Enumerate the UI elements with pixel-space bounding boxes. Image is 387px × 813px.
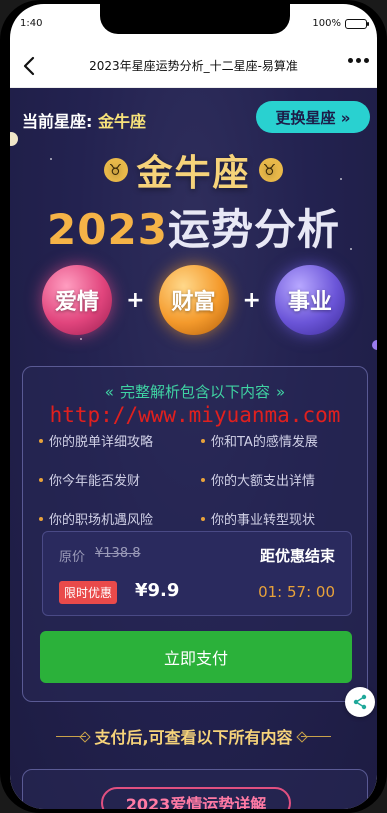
year-title-text: 运势分析	[167, 205, 340, 254]
plus-sign: +	[242, 287, 261, 313]
status-time: 1:40	[20, 18, 43, 29]
original-price: ¥138.8	[95, 546, 141, 561]
divider-decoration	[56, 735, 87, 737]
battery-percent: 100%	[312, 18, 341, 29]
list-item: 你的脱单详细攻略	[39, 431, 197, 450]
battery-status: 100%	[312, 18, 369, 29]
after-pay-text: 支付后,可查看以下所有内容	[94, 728, 293, 747]
list-item: 你和TA的感情发展	[201, 431, 359, 450]
current-sign-label: 当前星座:	[22, 112, 93, 131]
list-item: 你的大额支出详情	[201, 470, 359, 489]
bullet-icon	[201, 477, 205, 482]
main-content: 当前星座: 金牛座 更换星座 » ♉ 金牛座 ♉ 2023运势分析 爱情 + 财…	[10, 88, 377, 809]
bullet-icon	[39, 438, 43, 443]
current-sign-value: 金牛座	[97, 112, 146, 131]
year-title: 2023运势分析	[10, 196, 377, 257]
topic-career: 事业	[274, 265, 345, 335]
list-item-text: 你的脱单详细攻略	[49, 435, 154, 450]
list-item-text: 你和TA的感情发展	[211, 435, 318, 450]
phone-frame: 1:40 100% 2023年星座运势分析_十二星座-易算准 当前星座: 金牛座…	[0, 0, 387, 813]
countdown-label: 距优惠结束	[259, 547, 335, 565]
pay-now-button[interactable]: 立即支付	[40, 631, 352, 683]
love-section-card: 2023爱情运势详解	[22, 769, 368, 809]
more-dots-icon[interactable]	[348, 58, 369, 63]
countdown-timer: 01: 57: 00	[258, 583, 335, 601]
page-title: 2023年星座运势分析_十二星座-易算准	[89, 59, 298, 73]
list-item: 你的事业转型现状	[201, 509, 359, 528]
after-pay-heading: 支付后,可查看以下所有内容	[10, 724, 377, 748]
bullet-icon	[201, 438, 205, 443]
sale-price: ¥9.9	[135, 580, 180, 601]
watermark: http://www.miyuanma.com	[49, 403, 341, 427]
topic-wealth: 财富	[158, 265, 229, 335]
share-icon[interactable]	[345, 687, 375, 717]
divider-decoration	[300, 735, 331, 737]
list-item-text: 你的职场机遇风险	[49, 513, 154, 528]
diamond-icon: «	[104, 382, 114, 401]
list-item-text: 你的事业转型现状	[211, 513, 316, 528]
planet-decoration	[372, 340, 377, 350]
screen: 1:40 100% 2023年星座运势分析_十二星座-易算准 当前星座: 金牛座…	[10, 4, 377, 809]
analysis-card: « 完整解析包含以下内容 » http://www.miyuanma.com 你…	[22, 366, 368, 702]
card-heading: « 完整解析包含以下内容 »	[23, 381, 367, 402]
list-item: 你的职场机遇风险	[39, 509, 197, 528]
sign-title: ♉ 金牛座 ♉	[10, 144, 377, 196]
list-item: 你今年能否发财	[39, 470, 197, 489]
list-item-text: 你今年能否发财	[49, 474, 141, 489]
card-heading-text: 完整解析包含以下内容	[119, 383, 270, 401]
topic-love: 爱情	[42, 265, 113, 335]
bullet-icon	[39, 516, 43, 521]
change-sign-button[interactable]: 更换星座 »	[256, 101, 370, 133]
content-list: 你的脱单详细攻略 你和TA的感情发展 你今年能否发财 你的大额支出详情 你的职场…	[39, 431, 359, 528]
love-section-title: 2023爱情运势详解	[101, 787, 291, 809]
nav-bar: 2023年星座运势分析_十二星座-易算准	[10, 44, 377, 88]
taurus-icon: ♉	[258, 158, 283, 182]
star-decoration	[80, 338, 82, 340]
notch	[100, 4, 290, 34]
plus-sign: +	[126, 287, 145, 313]
bullet-icon	[201, 516, 205, 521]
topic-row: 爱情 + 财富 + 事业	[10, 264, 377, 336]
bullet-icon	[39, 477, 43, 482]
battery-icon	[345, 18, 369, 29]
original-price-label: 原价	[59, 550, 86, 565]
current-sign: 当前星座: 金牛座	[22, 108, 146, 132]
taurus-icon: ♉	[104, 158, 129, 182]
diamond-icon: »	[276, 382, 286, 401]
list-item-text: 你的大额支出详情	[211, 474, 316, 489]
price-box: 原价 ¥138.8 距优惠结束 限时优惠 ¥9.9 01: 57: 00	[42, 531, 352, 616]
chevron-left-icon[interactable]	[18, 54, 42, 78]
promo-badge: 限时优惠	[59, 581, 118, 604]
year-number: 2023	[47, 205, 168, 254]
sign-title-text: 金牛座	[136, 153, 251, 194]
